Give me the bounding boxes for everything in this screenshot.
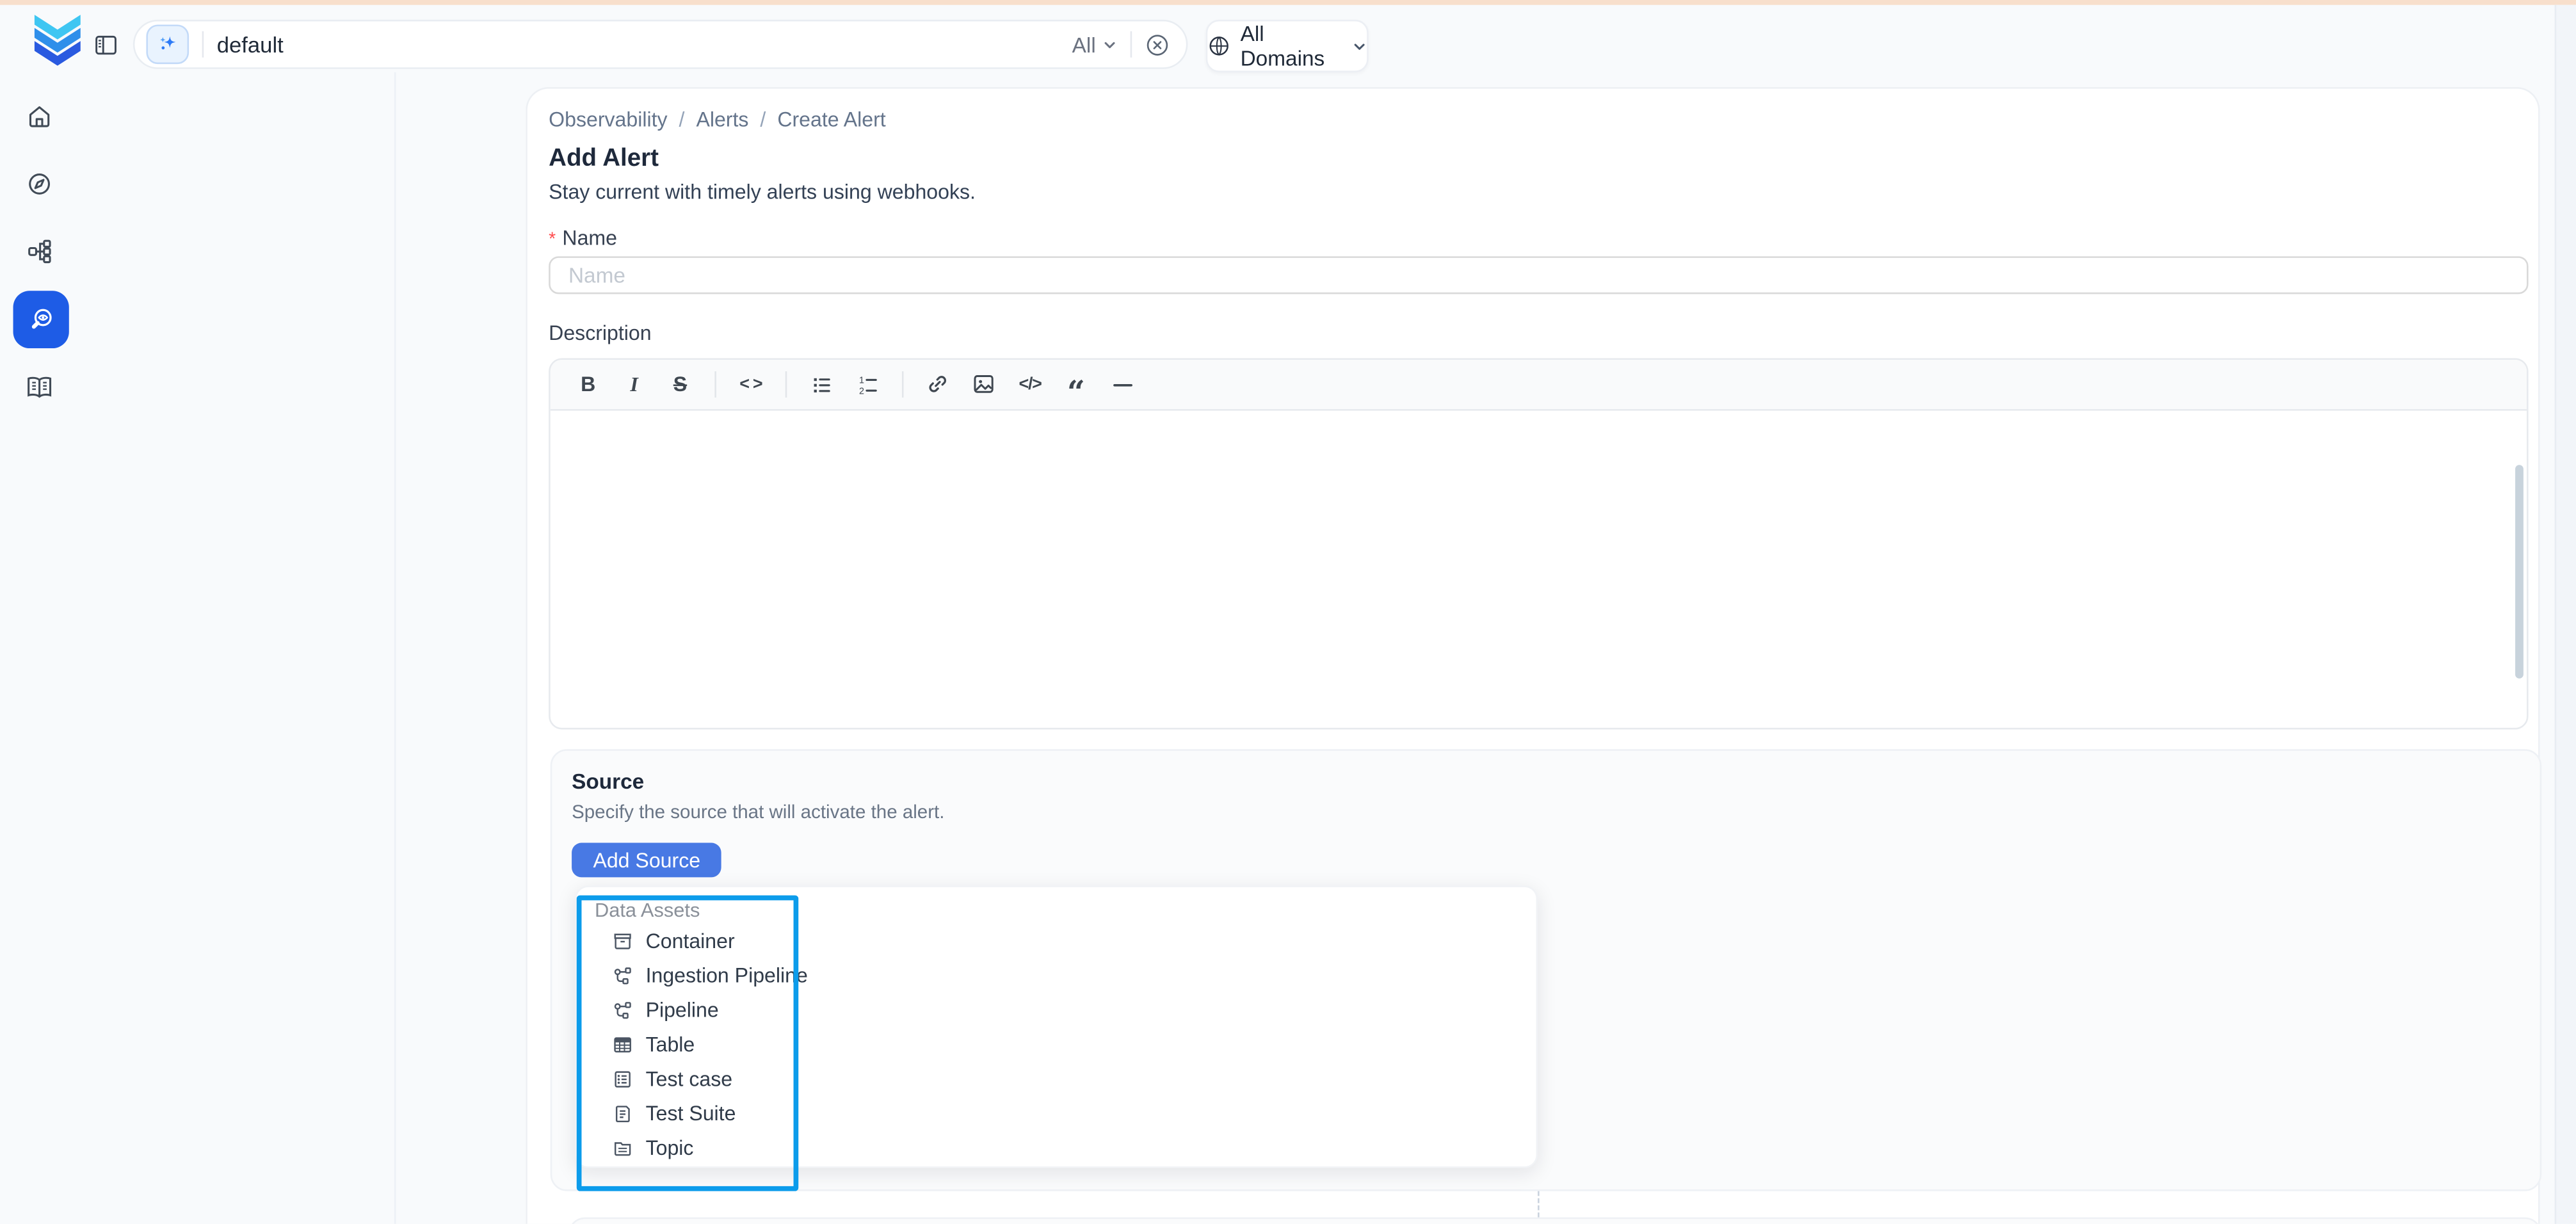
bulleted-list-icon[interactable] [800, 365, 843, 405]
horizontal-rule-icon[interactable] [1100, 365, 1143, 405]
knowledge-book-icon [26, 374, 52, 401]
domains-label: All Domains [1241, 21, 1342, 70]
sidebar-toggle-icon[interactable] [93, 33, 118, 57]
openmetadata-logo-icon[interactable] [28, 13, 87, 66]
search-divider [202, 31, 204, 58]
bold-icon[interactable]: B [567, 365, 609, 405]
source-tree-select[interactable] [577, 896, 798, 1191]
description-field-label: Description [549, 322, 651, 345]
name-input[interactable] [549, 256, 2528, 294]
quote-icon[interactable]: “ [1055, 365, 1098, 405]
page-subtitle: Stay current with timely alerts using we… [549, 181, 976, 204]
required-marker: * [549, 230, 556, 250]
breadcrumb: Observability / Alerts / Create Alert [549, 108, 886, 131]
sidebar-item-home[interactable] [26, 104, 52, 130]
breadcrumb-item[interactable]: Observability [549, 108, 667, 131]
observability-icon [26, 305, 56, 334]
global-search-bar[interactable]: default All [133, 20, 1188, 69]
breadcrumb-separator: / [760, 108, 766, 131]
code-block-icon[interactable]: </> [1009, 365, 1052, 405]
description-editor-input[interactable] [551, 411, 2527, 730]
home-icon [26, 104, 52, 130]
sidebar-item-learning[interactable] [26, 374, 52, 401]
sidebar-item-explore[interactable] [26, 171, 52, 197]
description-editor: BIS < > 12 </>“ [549, 358, 2528, 729]
create-alert-page: Observability / Alerts / Create Alert Add Al… [526, 87, 2540, 1224]
image-icon[interactable] [963, 365, 1006, 405]
toolbar-separator [902, 371, 904, 398]
breadcrumb-separator: / [679, 108, 685, 131]
search-divider [1131, 31, 1132, 58]
breadcrumb-item[interactable]: Alerts [696, 108, 748, 131]
breadcrumb-item: Create Alert [777, 108, 885, 131]
search-input[interactable]: default [217, 32, 1072, 56]
italic-icon[interactable]: I [613, 365, 656, 405]
source-section-title: Source [572, 769, 644, 793]
govern-flow-icon [26, 238, 52, 264]
sidebar-item-observability[interactable] [13, 291, 69, 348]
panel-divider [394, 72, 396, 1224]
filtering-section-preview [568, 1218, 2541, 1224]
section-connector-line [1538, 1191, 1540, 1218]
toolbar-separator [785, 371, 787, 398]
search-scope-dropdown[interactable]: All [1072, 32, 1117, 56]
globe-icon [1207, 35, 1230, 58]
app-root: default All All Domains [0, 0, 2576, 1224]
name-field-label: *Name [549, 227, 617, 250]
inline-code-icon[interactable]: < > [729, 365, 772, 405]
source-section-description: Specify the source that will activate th… [572, 803, 944, 823]
clear-search-icon[interactable] [1145, 32, 1170, 56]
editor-toolbar: BIS < > 12 </>“ [551, 360, 2527, 411]
sidebar-item-govern[interactable] [26, 238, 52, 264]
explore-compass-icon [26, 171, 52, 197]
toolbar-separator [714, 371, 716, 398]
environment-banner-strip [0, 0, 2576, 5]
numbered-list-icon[interactable]: 12 [846, 365, 889, 405]
page-title: Add Alert [549, 145, 659, 173]
add-source-button[interactable]: Add Source [572, 843, 721, 878]
chevron-down-icon [1102, 37, 1117, 52]
svg-text:1: 1 [858, 374, 864, 385]
search-scope-label: All [1072, 32, 1096, 56]
page-scrollbar[interactable] [2555, 5, 2576, 1224]
ai-sparkles-icon[interactable] [146, 24, 189, 64]
link-icon[interactable] [917, 365, 960, 405]
svg-text:2: 2 [858, 385, 864, 395]
chevron-down-icon [1352, 38, 1367, 53]
domains-selector-button[interactable]: All Domains [1206, 20, 1369, 72]
strikethrough-icon[interactable]: S [659, 365, 702, 405]
editor-scrollbar[interactable] [2515, 465, 2524, 679]
